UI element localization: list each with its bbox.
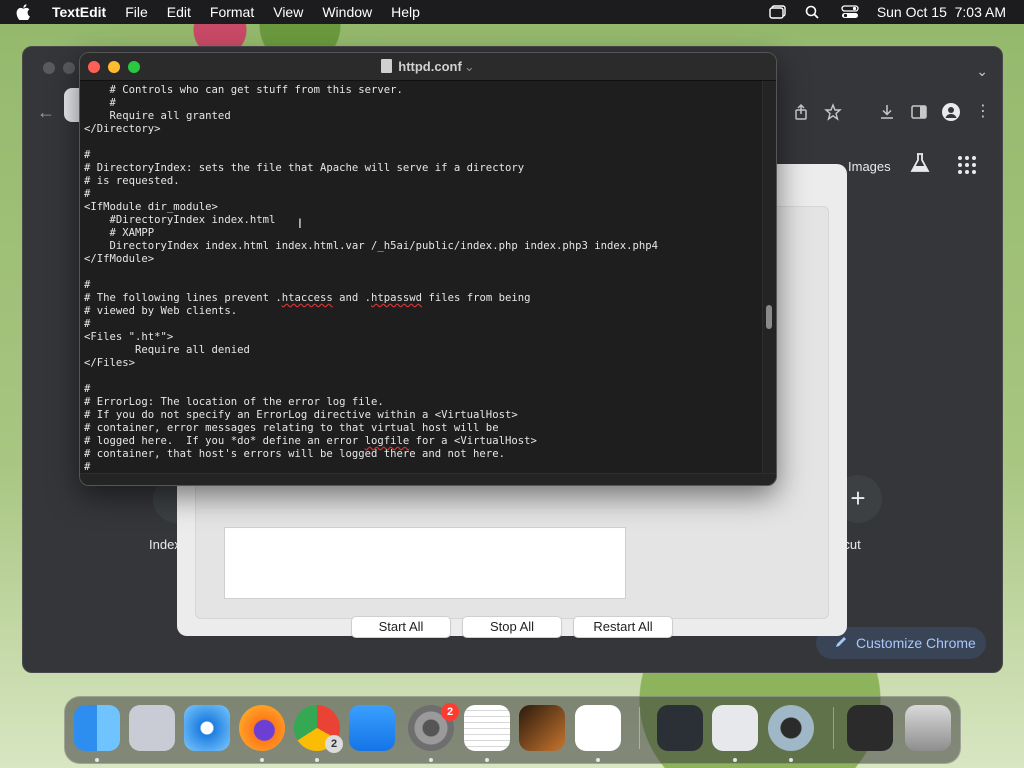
quicktime-icon[interactable] — [768, 705, 814, 751]
dock: 2 2 — [64, 696, 961, 764]
apple-icon[interactable] — [16, 4, 38, 20]
side-panel-icon[interactable] — [910, 103, 928, 121]
chrome-toolbar: ⋮ — [792, 101, 992, 123]
title-chevron-icon[interactable]: ⌄ — [464, 59, 475, 74]
text-editor-area[interactable]: # Controls who can get stuff from this s… — [84, 84, 760, 476]
xampp-log-area — [224, 527, 626, 599]
back-arrow-icon[interactable]: ← — [37, 102, 55, 123]
vertical-scrollbar-thumb[interactable] — [766, 305, 772, 329]
textedit-running-indicator — [485, 758, 489, 762]
download-icon[interactable] — [878, 103, 896, 121]
control-center-icon[interactable] — [841, 5, 859, 19]
settings-update-badge: 2 — [441, 703, 459, 721]
document-title-text: httpd.conf — [398, 59, 462, 74]
stop-all-button[interactable]: Stop All — [462, 616, 562, 638]
app-store-icon[interactable] — [349, 705, 395, 751]
chrome-close-button[interactable] — [43, 62, 55, 74]
chrome-labs-icon[interactable] — [909, 152, 931, 174]
dock-separator — [639, 707, 640, 749]
restart-all-button[interactable]: Restart All — [573, 616, 673, 638]
horizontal-scrollbar-track[interactable] — [80, 473, 776, 485]
nox-icon[interactable] — [657, 705, 703, 751]
safari-icon[interactable] — [184, 705, 230, 751]
window-switcher-icon[interactable] — [769, 5, 787, 19]
text-cursor-ibeam-icon: I — [298, 215, 302, 231]
chrome-profile-badge: 2 — [325, 735, 343, 753]
xampp-icon[interactable] — [712, 705, 758, 751]
profile-avatar-icon[interactable] — [942, 103, 960, 121]
chrome-running-indicator — [315, 758, 319, 762]
firefox-running-indicator — [260, 758, 264, 762]
trash-icon[interactable] — [905, 705, 951, 751]
menu-clock[interactable]: Sun Oct 15 7:03 AM — [877, 4, 1006, 20]
start-all-button[interactable]: Start All — [351, 616, 451, 638]
menu-app-name[interactable]: TextEdit — [52, 4, 106, 20]
pencil-icon — [834, 635, 848, 652]
menu-help[interactable]: Help — [391, 4, 420, 20]
textedit-window: httpd.conf ⌄ # Controls who can get stuff… — [79, 52, 777, 486]
menu-view[interactable]: View — [273, 4, 303, 20]
chrome-minimize-button[interactable] — [63, 62, 75, 74]
quicktime-running-indicator — [789, 758, 793, 762]
launchpad-icon[interactable] — [129, 705, 175, 751]
vscode-running-indicator — [596, 758, 600, 762]
textedit-icon[interactable] — [464, 705, 510, 751]
vertical-scrollbar-track[interactable] — [762, 81, 776, 473]
firefox-icon[interactable] — [239, 705, 285, 751]
garageband-icon[interactable] — [519, 705, 565, 751]
settings-running-indicator — [429, 758, 433, 762]
dock-separator-2 — [833, 707, 834, 749]
menu-window[interactable]: Window — [322, 4, 372, 20]
images-link[interactable]: Images — [848, 159, 891, 174]
bookmark-star-icon[interactable] — [824, 103, 842, 121]
share-icon[interactable] — [792, 103, 810, 121]
spotlight-search-icon[interactable] — [805, 5, 823, 19]
xampp-running-indicator — [733, 758, 737, 762]
menu-bar: TextEdit File Edit Format View Window He… — [0, 0, 1024, 24]
menu-format[interactable]: Format — [210, 4, 254, 20]
tab-search-chevron-icon[interactable]: ⌄ — [976, 63, 988, 80]
document-title[interactable]: httpd.conf ⌄ — [80, 53, 776, 81]
document-icon — [381, 59, 393, 73]
menu-file[interactable]: File — [125, 4, 148, 20]
menu-edit[interactable]: Edit — [167, 4, 191, 20]
document-text[interactable]: # Controls who can get stuff from this s… — [84, 84, 760, 474]
vscode-icon[interactable] — [575, 705, 621, 751]
customize-chrome-label: Customize Chrome — [856, 635, 976, 651]
downloads-stack-icon[interactable] — [847, 705, 893, 751]
finder-running-indicator — [95, 758, 99, 762]
finder-icon[interactable] — [74, 705, 120, 751]
chrome-menu-icon[interactable]: ⋮ — [974, 103, 992, 121]
google-apps-icon[interactable] — [957, 155, 977, 175]
